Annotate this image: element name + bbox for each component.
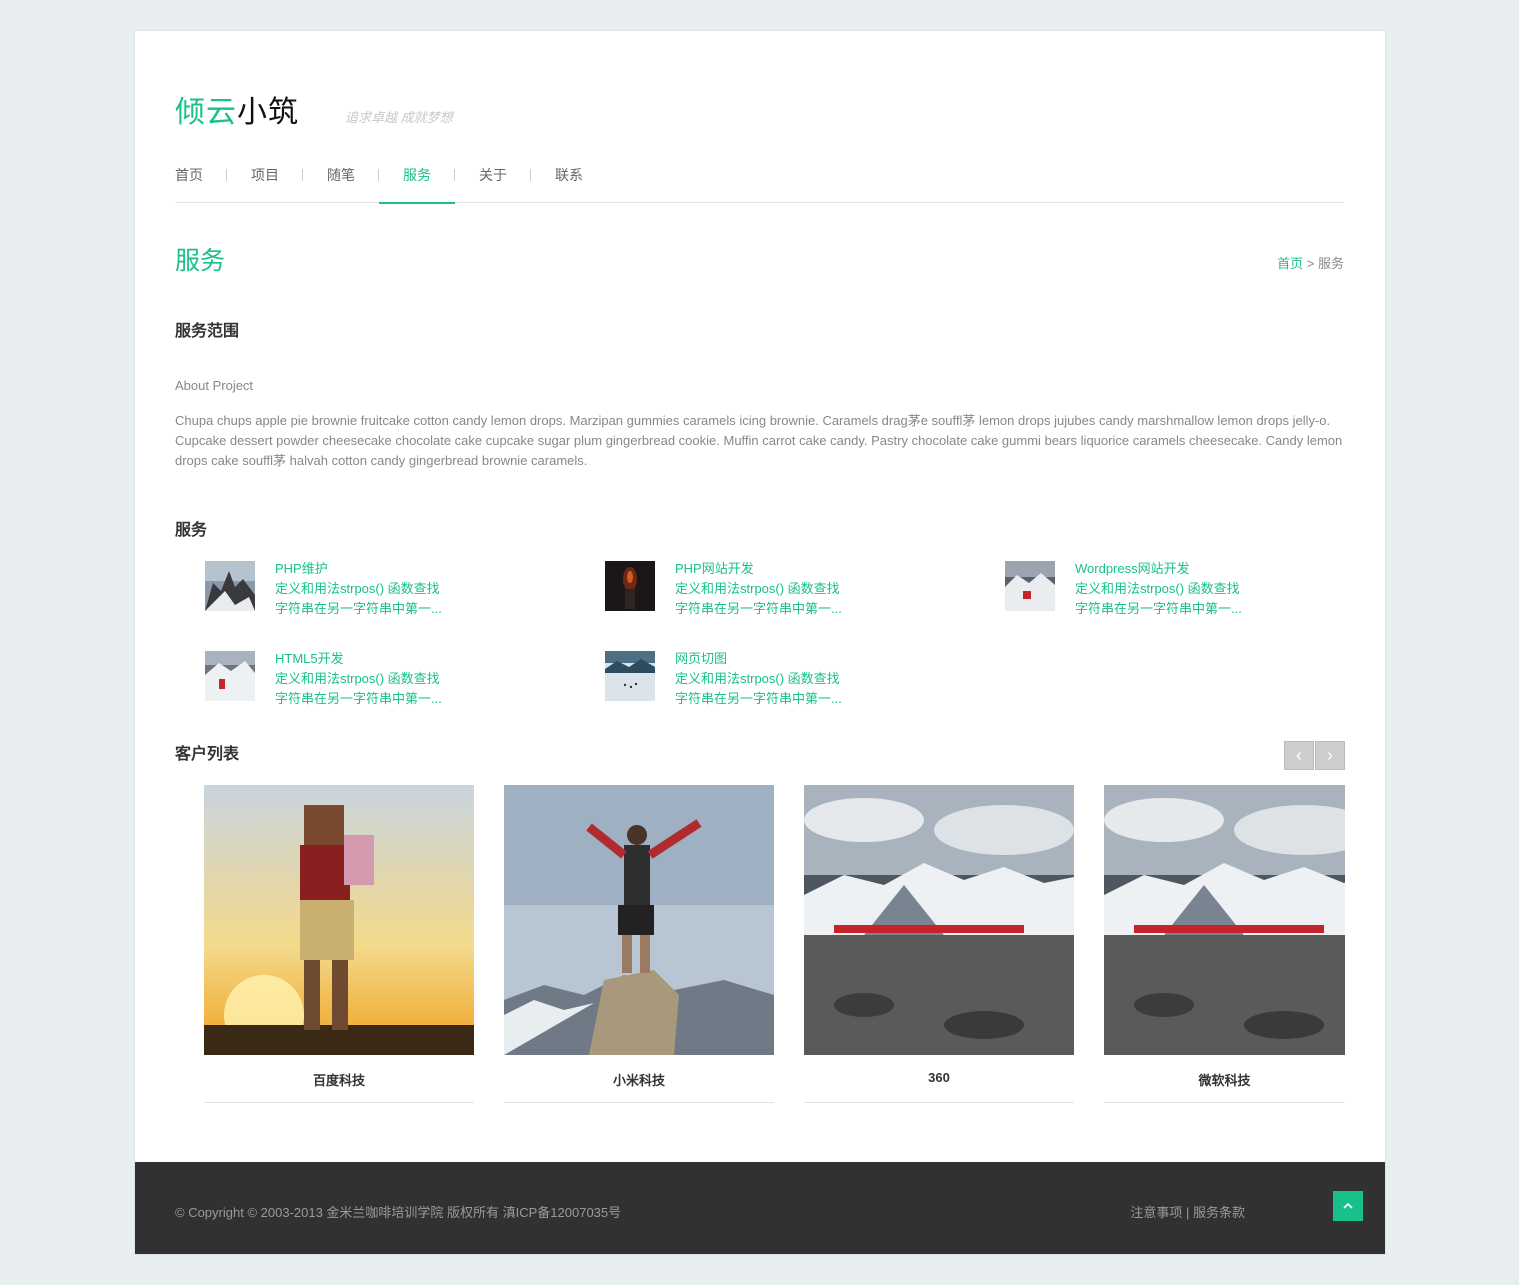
service-text: Wordpress网站开发 定义和用法strpos() 函数查找 字符串在另一字…	[1075, 559, 1242, 619]
site-logo[interactable]: 倾云小筑	[175, 87, 299, 131]
service-desc-line: 定义和用法strpos() 函数查找	[275, 671, 440, 686]
nav-label: 随笔	[327, 167, 355, 183]
nav-label: 服务	[403, 167, 431, 183]
page-container: 倾云小筑 追求卓越 成就梦想 首页 项目 随笔 服务 关于 联系 服务 首页 >…	[134, 30, 1386, 1255]
service-desc-line: 字符串在另一字符串中第一...	[675, 601, 842, 616]
nav-label: 联系	[555, 167, 583, 183]
client-card[interactable]: 小米科技	[504, 785, 774, 1103]
services-heading: 服务	[175, 522, 208, 539]
copyright-text: © Copyright © 2003-2013 金米兰咖啡培训学院 版权所有 滇…	[175, 1205, 622, 1220]
service-thumbnail	[605, 561, 655, 611]
page-title: 服务	[175, 247, 226, 275]
client-card[interactable]: 百度科技	[204, 785, 474, 1103]
client-image	[1104, 785, 1345, 1055]
client-image	[204, 785, 474, 1055]
breadcrumb: 首页 > 服务	[1277, 253, 1344, 272]
service-desc-line: 定义和用法strpos() 函数查找	[675, 671, 840, 686]
footer-link-notice[interactable]: 注意事项	[1130, 1205, 1182, 1220]
service-title[interactable]: Wordpress网站开发	[1075, 559, 1242, 579]
nav-item-notes[interactable]: 随笔	[303, 153, 379, 203]
nav-item-contact[interactable]: 联系	[531, 153, 607, 203]
scope-heading: 服务范围	[175, 323, 240, 340]
footer-link-terms[interactable]: 服务条款	[1193, 1205, 1245, 1220]
service-text: 网页切图 定义和用法strpos() 函数查找 字符串在另一字符串中第一...	[675, 649, 842, 709]
site-slogan: 追求卓越 成就梦想	[345, 110, 453, 125]
service-desc-line: 字符串在另一字符串中第一...	[275, 601, 442, 616]
service-text: PHP维护 定义和用法strpos() 函数查找 字符串在另一字符串中第一...	[275, 559, 442, 619]
chevron-up-icon	[1343, 1203, 1353, 1209]
client-name: 百度科技	[312, 1073, 365, 1088]
service-thumbnail	[1005, 561, 1055, 611]
client-card[interactable]: 360	[804, 785, 1074, 1103]
main-nav: 首页 项目 随笔 服务 关于 联系	[175, 153, 1344, 204]
client-name: 微软科技	[1198, 1073, 1251, 1088]
about-paragraph: Chupa chups apple pie brownie fruitcake …	[175, 413, 1343, 468]
breadcrumb-separator: >	[1303, 256, 1318, 271]
client-name: 小米科技	[612, 1073, 665, 1088]
service-title[interactable]: HTML5开发	[275, 649, 442, 669]
back-to-top-button[interactable]	[1333, 1191, 1363, 1221]
footer-links: 注意事项 | 服务条款	[1130, 1202, 1245, 1221]
service-desc-line: 定义和用法strpos() 函数查找	[275, 581, 440, 596]
service-item[interactable]: HTML5开发 定义和用法strpos() 函数查找 字符串在另一字符串中第一.…	[205, 651, 565, 711]
carousel-prev-button[interactable]: ‹	[1284, 741, 1314, 770]
service-item[interactable]: Wordpress网站开发 定义和用法strpos() 函数查找 字符串在另一字…	[1005, 561, 1365, 621]
client-name: 360	[928, 1070, 950, 1085]
service-desc-line: 字符串在另一字符串中第一...	[275, 691, 442, 706]
service-desc-line: 定义和用法strpos() 函数查找	[675, 581, 840, 596]
client-image	[804, 785, 1074, 1055]
nav-item-about[interactable]: 关于	[455, 153, 531, 203]
nav-item-home[interactable]: 首页	[175, 153, 227, 203]
logo-part-1: 倾云	[175, 95, 237, 130]
service-text: HTML5开发 定义和用法strpos() 函数查找 字符串在另一字符串中第一.…	[275, 649, 442, 709]
service-desc-line: 定义和用法strpos() 函数查找	[1075, 581, 1240, 596]
breadcrumb-current: 服务	[1317, 256, 1344, 271]
service-thumbnail	[605, 651, 655, 701]
nav-label: 项目	[251, 167, 279, 183]
logo-part-2: 小筑	[237, 95, 299, 130]
breadcrumb-home-link[interactable]: 首页	[1277, 256, 1303, 271]
clients-heading: 客户列表	[175, 746, 240, 763]
service-desc-line: 字符串在另一字符串中第一...	[1075, 601, 1242, 616]
carousel-next-button[interactable]: ›	[1315, 741, 1345, 770]
service-title[interactable]: PHP网站开发	[675, 559, 842, 579]
service-text: PHP网站开发 定义和用法strpos() 函数查找 字符串在另一字符串中第一.…	[675, 559, 842, 619]
service-title[interactable]: 网页切图	[675, 649, 842, 669]
service-title[interactable]: PHP维护	[275, 559, 442, 579]
service-item[interactable]: PHP维护 定义和用法strpos() 函数查找 字符串在另一字符串中第一...	[205, 561, 565, 621]
carousel-controls: ‹ ›	[1283, 741, 1345, 770]
client-card[interactable]: 微软科技	[1104, 785, 1345, 1103]
footer-link-separator: |	[1182, 1205, 1193, 1220]
client-image	[504, 785, 774, 1055]
nav-item-projects[interactable]: 项目	[227, 153, 303, 203]
service-item[interactable]: PHP网站开发 定义和用法strpos() 函数查找 字符串在另一字符串中第一.…	[605, 561, 965, 621]
service-item[interactable]: 网页切图 定义和用法strpos() 函数查找 字符串在另一字符串中第一...	[605, 651, 965, 711]
service-thumbnail	[205, 651, 255, 701]
nav-label: 首页	[175, 167, 203, 183]
service-thumbnail	[205, 561, 255, 611]
footer: © Copyright © 2003-2013 金米兰咖啡培训学院 版权所有 滇…	[135, 1162, 1385, 1254]
nav-label: 关于	[479, 167, 507, 183]
service-desc-line: 字符串在另一字符串中第一...	[675, 691, 842, 706]
nav-item-services[interactable]: 服务	[379, 153, 455, 204]
about-label: About Project	[175, 378, 254, 393]
